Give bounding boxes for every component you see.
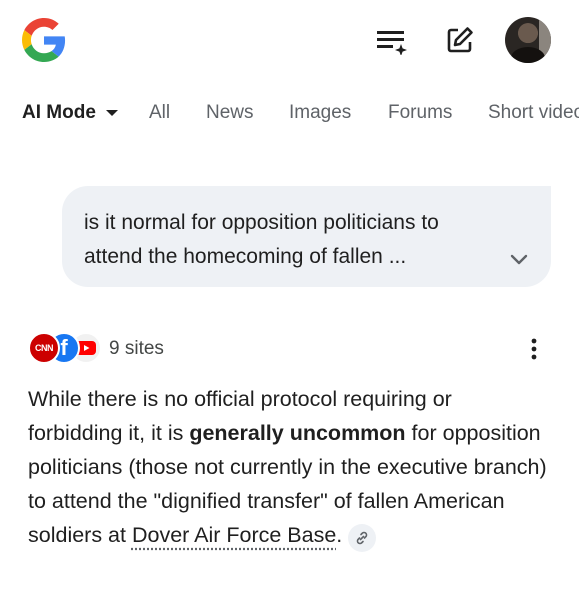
tab-all[interactable]: All	[149, 102, 170, 124]
chevron-down-icon[interactable]	[508, 248, 530, 270]
ai-mode-history-button[interactable]	[371, 20, 411, 60]
link-chip[interactable]	[348, 524, 377, 552]
more-vert-icon[interactable]	[524, 336, 544, 362]
answer-part-3: .	[336, 523, 343, 547]
ai-answer-text: While there is no official protocol requ…	[28, 382, 548, 552]
new-chat-button[interactable]	[440, 20, 480, 60]
link-icon	[357, 531, 368, 545]
cnn-logo: CNN	[28, 332, 60, 364]
answer-bold: generally uncommon	[189, 421, 406, 445]
tab-forums[interactable]: Forums	[388, 102, 452, 124]
query-bubble[interactable]: is it normal for opposition politicians …	[62, 186, 551, 287]
avatar-shirt	[511, 47, 545, 63]
tab-ai-mode[interactable]: AI Mode	[22, 102, 96, 124]
query-line-2: attend the homecoming of fallen ...	[84, 245, 407, 268]
sites-count[interactable]: 9 sites	[109, 338, 164, 360]
tab-short-videos[interactable]: Short videos	[488, 102, 579, 124]
google-g-logo[interactable]	[22, 18, 66, 62]
list-sparkle-icon	[377, 31, 407, 55]
search-tabs: AI Mode All News Images Forums Short vid…	[0, 96, 579, 130]
user-avatar[interactable]	[505, 17, 551, 63]
sources-row[interactable]: CNN f 9 sites	[28, 332, 568, 364]
top-bar	[0, 0, 579, 80]
query-line-1: is it normal for opposition politicians …	[84, 211, 439, 234]
tab-news[interactable]: News	[206, 102, 254, 124]
dover-afb-link[interactable]: Dover Air Force Base	[132, 523, 336, 547]
edit-square-icon	[447, 27, 473, 53]
tab-images[interactable]: Images	[289, 102, 351, 124]
caret-down-icon[interactable]	[106, 110, 118, 116]
query-text: is it normal for opposition politicians …	[84, 206, 504, 274]
